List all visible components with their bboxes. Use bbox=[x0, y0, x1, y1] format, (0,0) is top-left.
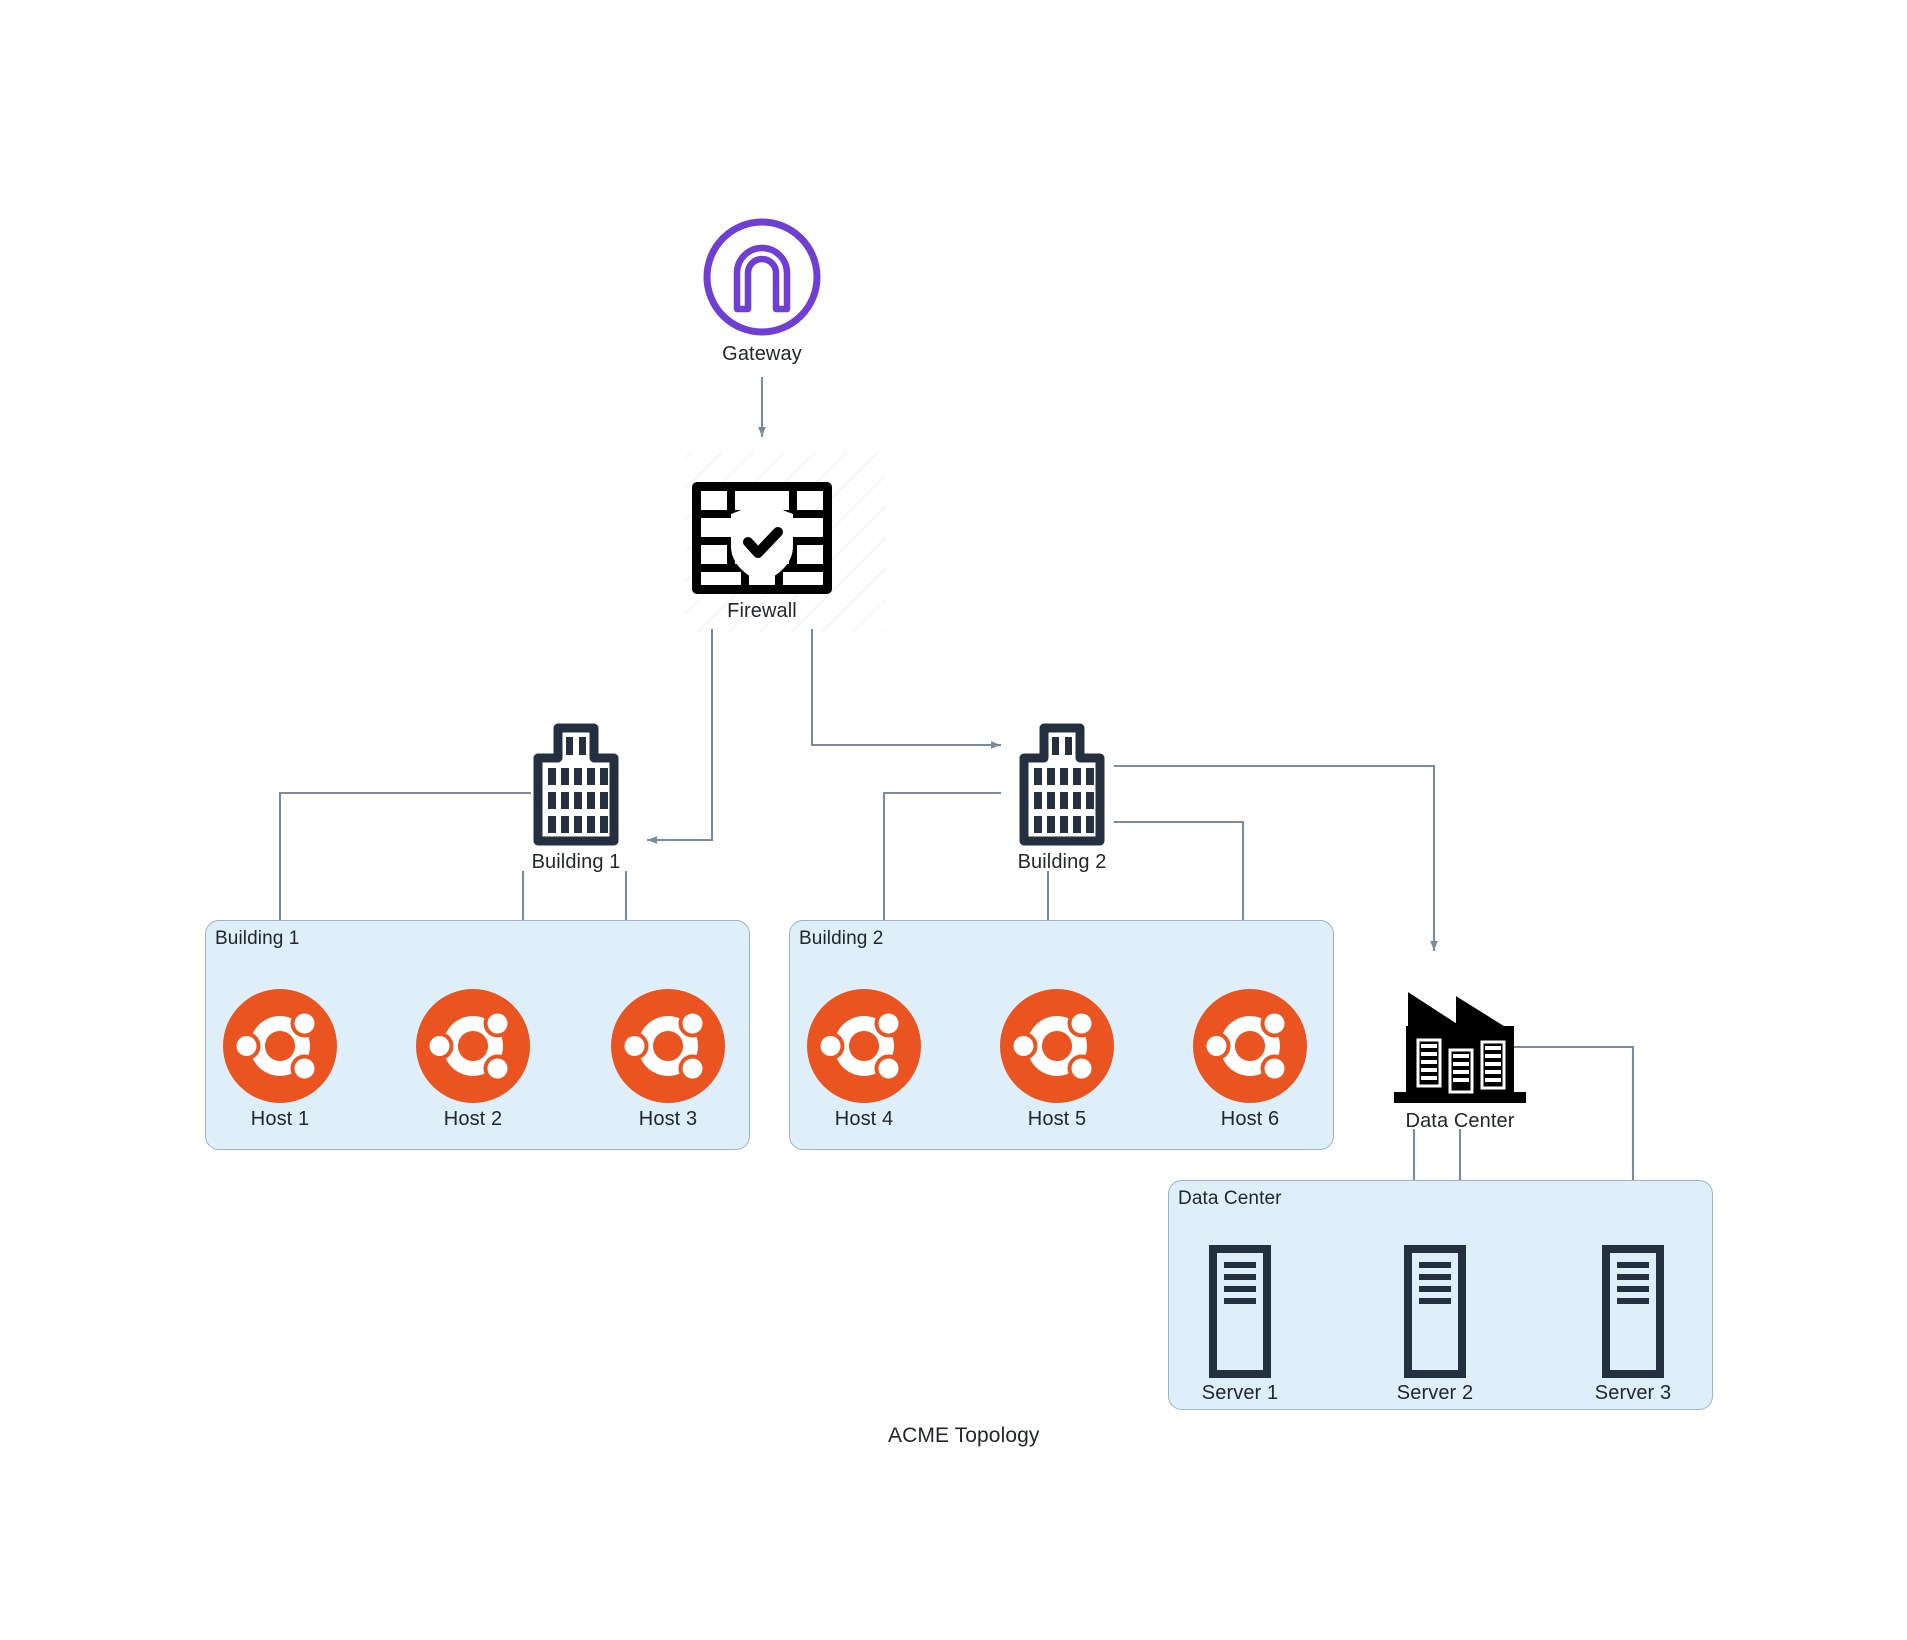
office-building-icon bbox=[1019, 723, 1105, 846]
node-server-3[interactable]: Server 3 bbox=[1578, 1245, 1688, 1405]
topology-diagram-canvas: Building 1 Building 2 Data Center Gatewa… bbox=[0, 0, 1907, 1640]
ubuntu-logo-icon bbox=[223, 989, 337, 1103]
node-gateway[interactable]: Gateway bbox=[700, 215, 824, 366]
node-host-4[interactable]: Host 4 bbox=[806, 988, 922, 1131]
ubuntu-logo-icon bbox=[416, 989, 530, 1103]
factory-datacenter-icon bbox=[1394, 988, 1526, 1103]
node-server-3-label: Server 3 bbox=[1594, 1382, 1672, 1404]
server-tower-icon bbox=[1602, 1245, 1664, 1378]
office-building-icon bbox=[533, 723, 619, 846]
ubuntu-logo-icon bbox=[807, 989, 921, 1103]
node-host-4-label: Host 4 bbox=[834, 1108, 894, 1130]
node-building-1-label: Building 1 bbox=[531, 851, 621, 873]
node-server-2-label: Server 2 bbox=[1396, 1382, 1474, 1404]
server-tower-icon bbox=[1209, 1245, 1271, 1378]
node-building-1[interactable]: Building 1 bbox=[521, 722, 631, 874]
node-host-6-label: Host 6 bbox=[1220, 1108, 1280, 1130]
node-host-5[interactable]: Host 5 bbox=[999, 988, 1115, 1131]
node-firewall[interactable]: Firewall bbox=[690, 480, 834, 623]
node-host-2-label: Host 2 bbox=[443, 1108, 503, 1130]
node-gateway-label: Gateway bbox=[722, 343, 802, 365]
node-building-2[interactable]: Building 2 bbox=[1007, 722, 1117, 874]
node-data-center-label: Data Center bbox=[1405, 1110, 1515, 1132]
ubuntu-logo-icon bbox=[611, 989, 725, 1103]
ubuntu-logo-icon bbox=[1000, 989, 1114, 1103]
node-server-2[interactable]: Server 2 bbox=[1380, 1245, 1490, 1405]
node-data-center[interactable]: Data Center bbox=[1372, 988, 1548, 1133]
node-firewall-label: Firewall bbox=[727, 600, 797, 622]
node-host-2[interactable]: Host 2 bbox=[415, 988, 531, 1131]
node-host-5-label: Host 5 bbox=[1027, 1108, 1087, 1130]
group-building-1-label: Building 1 bbox=[215, 928, 300, 949]
gateway-arch-icon bbox=[703, 218, 821, 336]
node-server-1-label: Server 1 bbox=[1201, 1382, 1279, 1404]
node-host-6[interactable]: Host 6 bbox=[1192, 988, 1308, 1131]
edge-firewall-building2 bbox=[810, 628, 1002, 749]
node-host-1[interactable]: Host 1 bbox=[222, 988, 338, 1131]
node-host-3[interactable]: Host 3 bbox=[610, 988, 726, 1131]
group-building-2-label: Building 2 bbox=[799, 928, 884, 949]
group-data-center-label: Data Center bbox=[1178, 1188, 1282, 1209]
ubuntu-logo-icon bbox=[1193, 989, 1307, 1103]
node-server-1[interactable]: Server 1 bbox=[1185, 1245, 1295, 1405]
diagram-title: ACME Topology bbox=[888, 1424, 1040, 1447]
node-building-2-label: Building 2 bbox=[1017, 851, 1107, 873]
node-host-1-label: Host 1 bbox=[250, 1108, 310, 1130]
firewall-brick-shield-icon bbox=[692, 482, 832, 594]
edge-firewall-building1 bbox=[646, 628, 714, 844]
node-host-3-label: Host 3 bbox=[638, 1108, 698, 1130]
server-tower-icon bbox=[1404, 1245, 1466, 1378]
